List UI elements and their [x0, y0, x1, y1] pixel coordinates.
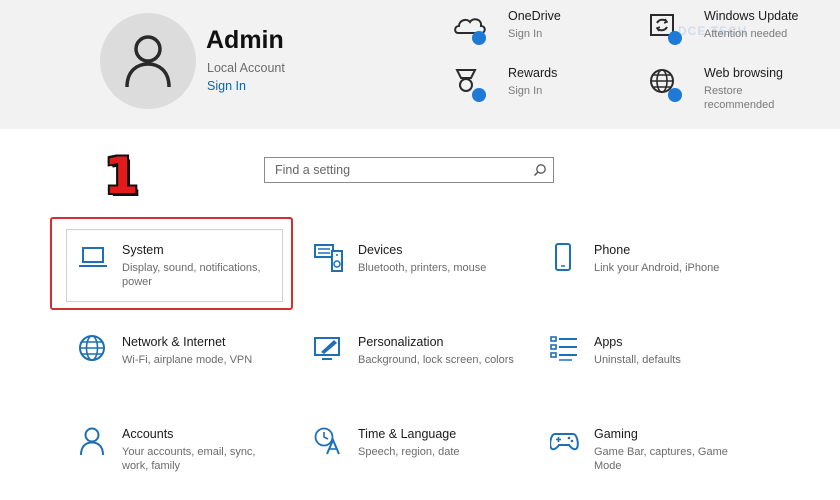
- devices-icon: [314, 244, 343, 272]
- service-status: Sign In: [508, 85, 543, 97]
- category-devices[interactable]: Devices Bluetooth, printers, mouse: [314, 243, 524, 313]
- user-name: Admin: [206, 26, 284, 54]
- category-title: Network & Internet: [122, 335, 226, 349]
- category-title: Phone: [594, 243, 631, 257]
- service-title: Web browsing: [704, 66, 783, 80]
- category-time-language[interactable]: Time & Language Speech, region, date: [314, 427, 524, 497]
- service-status: Sign In: [508, 28, 543, 40]
- service-title: Rewards: [508, 66, 558, 80]
- search-input[interactable]: [265, 158, 535, 182]
- personalization-icon: [314, 337, 340, 360]
- category-title: System: [122, 243, 164, 257]
- rewards-icon: [455, 69, 486, 102]
- category-title: Gaming: [594, 427, 638, 441]
- time-language-icon: [314, 427, 340, 455]
- category-title: Accounts: [122, 427, 174, 441]
- gamepad-icon: [550, 433, 579, 451]
- search-box[interactable]: [264, 157, 554, 183]
- category-system[interactable]: System Display, sound, notifications, po…: [78, 243, 288, 313]
- category-phone[interactable]: Phone Link your Android, iPhone: [550, 243, 760, 313]
- category-description: Wi-Fi, airplane mode, VPN: [122, 354, 253, 366]
- category-description: Bluetooth, printers, mouse: [358, 262, 487, 274]
- sign-in-link[interactable]: Sign In: [207, 79, 246, 93]
- user-avatar-icon: [125, 35, 171, 88]
- category-title: Time & Language: [358, 427, 457, 441]
- category-title: Apps: [594, 335, 623, 349]
- laptop-icon: [79, 247, 107, 267]
- search-icon[interactable]: [533, 163, 547, 177]
- watermark-logo: DCE TECH: [678, 24, 748, 38]
- account-type-label: Local Account: [207, 61, 285, 75]
- category-description: Link your Android, iPhone: [594, 262, 720, 274]
- category-description: Display, sound, notifications, power: [122, 262, 261, 288]
- category-description: Uninstall, defaults: [594, 354, 681, 366]
- service-title: Windows Update: [704, 9, 799, 23]
- category-description: Your accounts, email, sync, work, family: [122, 446, 256, 472]
- person-icon: [80, 427, 104, 456]
- cloud-icon: [454, 18, 486, 45]
- apps-list-icon: [550, 336, 577, 361]
- avatar: [100, 13, 196, 109]
- category-apps[interactable]: Apps Uninstall, defaults: [550, 335, 760, 405]
- service-title: OneDrive: [508, 9, 561, 23]
- category-title: Devices: [358, 243, 403, 257]
- category-network-internet[interactable]: Network & Internet Wi-Fi, airplane mode,…: [78, 335, 288, 405]
- globe-icon: [79, 335, 105, 361]
- category-title: Personalization: [358, 335, 444, 349]
- category-description: Speech, region, date: [358, 446, 460, 458]
- account-header: Admin Local Account Sign In OneDrive Sig…: [0, 0, 840, 129]
- phone-icon: [555, 243, 571, 271]
- category-personalization[interactable]: Personalization Background, lock screen,…: [314, 335, 524, 405]
- step-number-marker: 1: [104, 147, 139, 205]
- globe-icon: [650, 69, 682, 102]
- category-accounts[interactable]: Accounts Your accounts, email, sync, wor…: [78, 427, 288, 497]
- category-description: Background, lock screen, colors: [358, 354, 514, 366]
- category-description: Game Bar, captures, Game Mode: [594, 446, 728, 472]
- category-gaming[interactable]: Gaming Game Bar, captures, Game Mode: [550, 427, 760, 497]
- service-status: Restore recommended: [704, 85, 775, 111]
